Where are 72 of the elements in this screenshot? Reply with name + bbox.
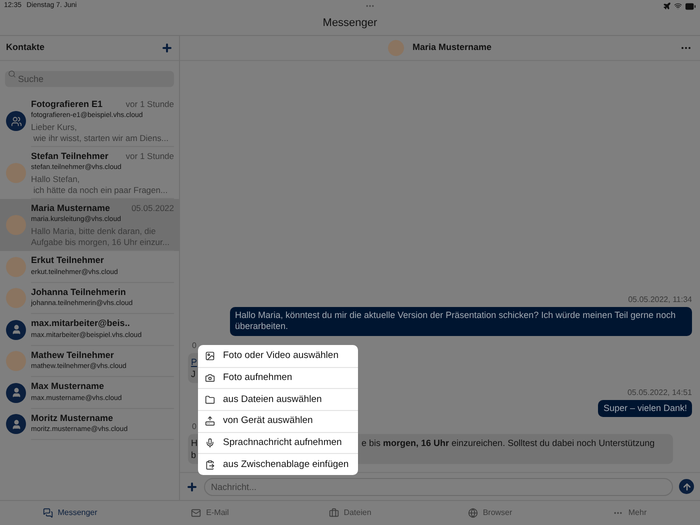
message-link[interactable]: P bbox=[191, 356, 198, 368]
search-field[interactable]: Suche bbox=[5, 71, 174, 87]
avatar-placeholder bbox=[6, 256, 26, 277]
avatar-placeholder bbox=[6, 351, 26, 372]
contact-name: max.mitarbeiter@beis.. bbox=[31, 317, 130, 330]
user-avatar-icon bbox=[6, 414, 26, 434]
contact-name: Mathew Teilnehmer bbox=[31, 348, 114, 362]
chat-partner-name: Maria Mustername bbox=[412, 41, 492, 54]
folder-icon bbox=[205, 394, 215, 405]
tab-bar-item[interactable]: Messenger bbox=[0, 501, 140, 525]
contact-name: Moritz Mustername bbox=[31, 412, 114, 425]
briefcase-icon bbox=[328, 508, 339, 518]
image-icon bbox=[205, 350, 215, 361]
battery-icon bbox=[685, 0, 696, 12]
message-preview: Lieber Kurs, bbox=[31, 122, 78, 132]
user-avatar-icon bbox=[6, 382, 26, 403]
tab-bar-item[interactable]: Mehr bbox=[560, 501, 700, 525]
camera-icon bbox=[205, 373, 215, 384]
attach-button[interactable] bbox=[186, 480, 198, 492]
chat-bubbles-icon bbox=[42, 508, 53, 518]
message-timestamp: 05.05.2022, 11:34 bbox=[628, 294, 692, 306]
message-text: e bis morgen, 16 Uhr einzureichen. Solltest du dabei noch Unterstützung bbox=[362, 437, 655, 449]
contact-name: Maria Mustername bbox=[31, 202, 110, 214]
plus-icon bbox=[161, 42, 173, 54]
group-avatar-icon bbox=[6, 111, 26, 131]
add-contact-button[interactable] bbox=[161, 42, 173, 54]
search-icon bbox=[8, 70, 16, 78]
message-preview: Hallo Stefan, bbox=[31, 174, 81, 184]
message-timestamp: 0 bbox=[192, 340, 196, 352]
tab-bar-item[interactable]: Dateien bbox=[280, 501, 420, 525]
sent-message-bubble: Super – vielen Dank! bbox=[598, 400, 692, 417]
sidebar-title: Kontakte bbox=[6, 41, 45, 54]
menu-item[interactable]: Sprachnachricht aufnehmen bbox=[198, 432, 358, 454]
menu-item[interactable]: Foto oder Video auswählen bbox=[198, 345, 358, 367]
contact-name: Max Mustername bbox=[31, 380, 104, 394]
airplane-icon bbox=[663, 2, 671, 10]
message-timestamp: 05.05.2022, 14:51 bbox=[627, 386, 692, 398]
menu-item[interactable]: von Gerät auswählen bbox=[198, 410, 358, 432]
menu-item[interactable]: aus Zwischenablage einfügen bbox=[198, 453, 358, 476]
globe-icon bbox=[468, 508, 478, 518]
sent-message-bubble: Hallo Maria, könntest du mir die aktuelle Version der Präsentation schicken? Ich würde meinen Teil gerne noch überarbeiten. bbox=[230, 306, 692, 336]
message-timestamp: 0 bbox=[192, 421, 196, 433]
message-input[interactable]: Nachricht... bbox=[204, 478, 673, 496]
avatar-placeholder bbox=[6, 163, 26, 183]
message-text: b bbox=[191, 449, 196, 461]
avatar-placeholder bbox=[388, 40, 404, 56]
contact-time: vor 1 Stunde bbox=[126, 98, 174, 110]
menu-item[interactable]: aus Dateien auswählen bbox=[198, 388, 358, 410]
tray-upload-icon bbox=[205, 416, 215, 426]
arrow-up-icon bbox=[682, 482, 692, 492]
avatar-placeholder bbox=[6, 215, 26, 235]
message-preview: wie ihr wisst, starten wir am Diens... bbox=[32, 132, 170, 144]
tab-bar-item[interactable]: E-Mail bbox=[140, 501, 280, 525]
message-text: J bbox=[191, 368, 196, 380]
window-title: Messenger bbox=[322, 16, 378, 32]
microphone-icon bbox=[205, 438, 215, 448]
contact-name: Johanna Teilnehmerin bbox=[31, 286, 126, 299]
tab-bar-item[interactable]: Browser bbox=[420, 501, 560, 525]
clipboard-icon bbox=[205, 460, 215, 470]
contact-name: Fotografieren E1 bbox=[31, 98, 103, 111]
message-preview: ich hätte da noch ein paar Fragen... bbox=[32, 184, 169, 196]
user-avatar-icon bbox=[6, 320, 26, 340]
message-text: H bbox=[191, 437, 198, 449]
plus-icon bbox=[186, 480, 198, 492]
wifi-icon bbox=[674, 2, 682, 10]
avatar-placeholder bbox=[6, 288, 26, 308]
menu-item[interactable]: Foto aufnehmen bbox=[198, 366, 358, 388]
send-button[interactable] bbox=[679, 479, 694, 494]
contact-time: vor 1 Stunde bbox=[126, 150, 174, 162]
envelope-icon bbox=[191, 508, 202, 518]
contact-name: Stefan Teilnehmer bbox=[31, 150, 108, 162]
contact-name: Erkut Teilnehmer bbox=[31, 254, 104, 268]
